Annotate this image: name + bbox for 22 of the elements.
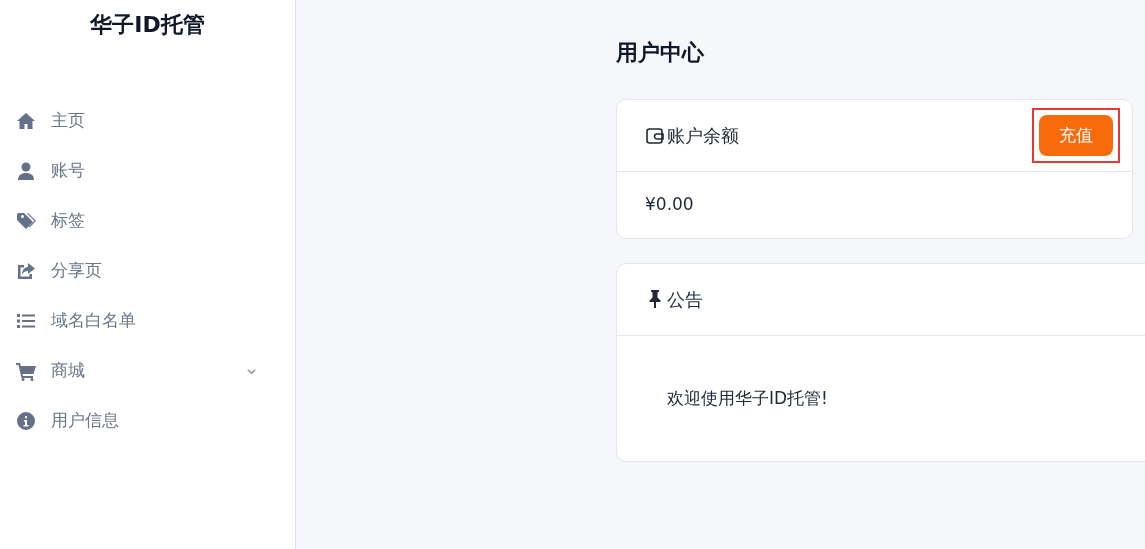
tags-icon <box>16 211 36 231</box>
sidebar-item[interactable]: 标签 <box>0 196 295 246</box>
sidebar-item[interactable]: 域名白名单 <box>0 296 295 346</box>
sidebar-item[interactable]: 主页 <box>0 96 295 146</box>
list-icon <box>16 311 36 331</box>
page-title: 用户中心 <box>616 39 705 67</box>
card-title: 公告 <box>667 287 703 312</box>
balance-amount: ¥0.00 <box>644 193 695 216</box>
user-icon <box>16 161 36 181</box>
sidebar-item[interactable]: 账号 <box>0 146 295 196</box>
notice-message: 欢迎使用华子ID托管! <box>666 386 829 410</box>
card-title: 账户余额 <box>667 124 739 148</box>
app-title: 华子ID托管 <box>89 11 206 39</box>
home-icon <box>16 111 36 131</box>
share-icon <box>16 261 36 281</box>
wallet-icon <box>645 125 665 146</box>
sidebar-item[interactable]: 商城 <box>0 346 295 396</box>
sidebar-item[interactable]: 分享页 <box>0 246 295 296</box>
info-icon <box>16 411 36 431</box>
recharge-button[interactable]: 充值 <box>1039 114 1113 157</box>
cart-icon <box>16 361 36 381</box>
sidebar-item[interactable]: 用户信息 <box>0 396 295 446</box>
